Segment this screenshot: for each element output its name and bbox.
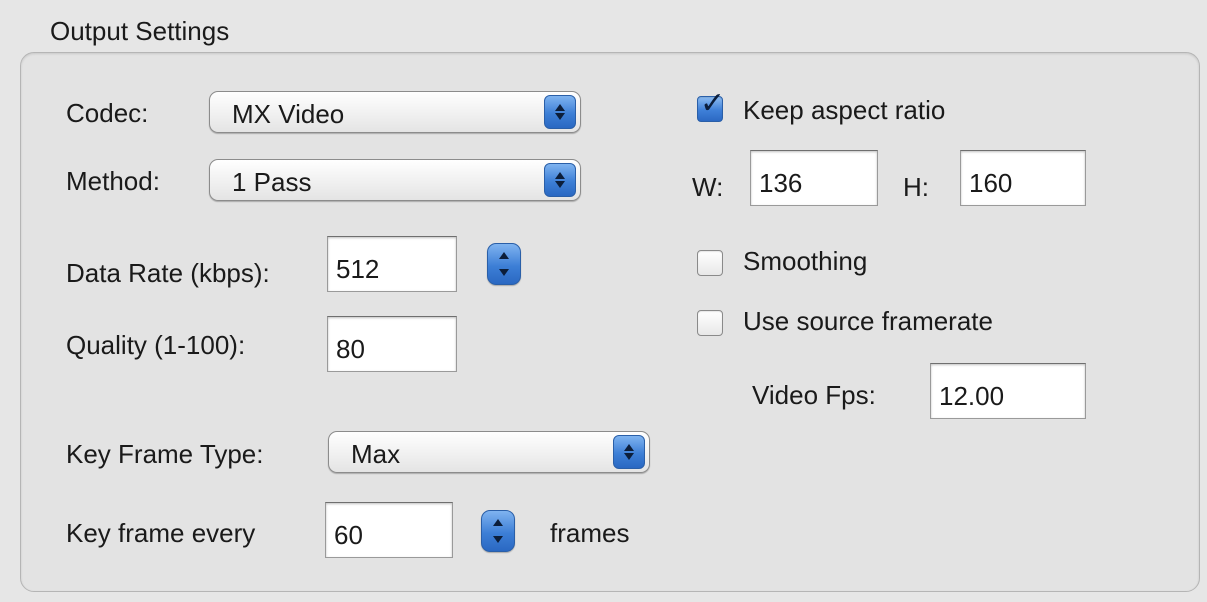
data-rate-label: Data Rate (kbps):	[66, 258, 270, 288]
use-source-framerate-label: Use source framerate	[743, 306, 993, 336]
up-down-chevron-icon	[613, 435, 645, 469]
method-popup-value: 1 Pass	[232, 167, 312, 197]
height-label: H:	[903, 172, 929, 202]
key-frame-type-popup-value: Max	[351, 439, 401, 469]
stepper-up-icon	[493, 519, 503, 526]
use-source-framerate-checkbox[interactable]	[697, 310, 723, 336]
key-frame-type-popup[interactable]: Max	[328, 431, 650, 473]
key-frame-every-stepper[interactable]	[481, 510, 515, 552]
data-rate-stepper[interactable]	[487, 243, 521, 285]
key-frame-every-field[interactable]	[325, 502, 453, 558]
video-fps-label: Video Fps:	[752, 380, 876, 410]
height-field[interactable]	[960, 150, 1086, 206]
smoothing-checkbox[interactable]	[697, 250, 723, 276]
stepper-down-icon	[499, 269, 509, 276]
checkmark-icon: ✓	[700, 86, 726, 121]
codec-popup-value: MX Video	[232, 99, 345, 129]
width-label: W:	[692, 172, 724, 202]
up-down-chevron-icon	[544, 163, 576, 197]
codec-popup[interactable]: MX Video	[209, 91, 581, 133]
video-fps-field[interactable]	[930, 363, 1086, 419]
output-settings-title: Output Settings	[50, 16, 230, 46]
key-frame-every-label: Key frame every	[66, 518, 256, 548]
stepper-down-icon	[493, 536, 503, 543]
data-rate-field[interactable]	[327, 236, 457, 292]
width-field[interactable]	[750, 150, 878, 206]
output-settings-group	[20, 52, 1200, 592]
up-down-chevron-icon	[544, 95, 576, 129]
key-frame-type-label: Key Frame Type:	[66, 439, 264, 469]
keep-aspect-ratio-label: Keep aspect ratio	[743, 95, 946, 125]
smoothing-label: Smoothing	[743, 246, 868, 276]
quality-field[interactable]	[327, 316, 457, 372]
codec-label: Codec:	[66, 98, 149, 128]
method-label: Method:	[66, 166, 160, 196]
quality-label: Quality (1-100):	[66, 330, 246, 360]
stepper-up-icon	[499, 252, 509, 259]
method-popup[interactable]: 1 Pass	[209, 159, 581, 201]
keep-aspect-ratio-checkbox[interactable]: ✓	[697, 89, 725, 122]
frames-unit-label: frames	[550, 518, 630, 548]
